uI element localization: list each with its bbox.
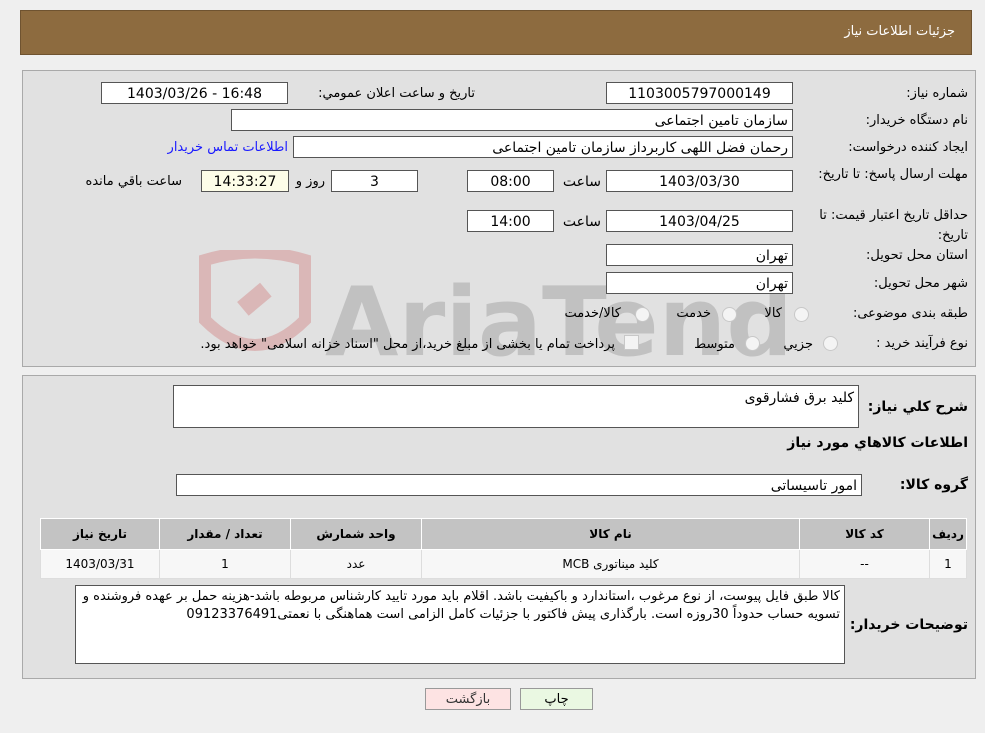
deadline-label: مهلت ارسال پاسخ: تا تاریخ:	[818, 167, 968, 182]
deadline-date-field: 1403/03/30	[606, 170, 793, 192]
validity-date-field: 1403/04/25	[606, 210, 793, 232]
cell-unit: عدد	[290, 549, 422, 579]
category-option-goods: کالا	[764, 306, 782, 321]
buyer-org-label: نام دستگاه خریدار:	[865, 113, 968, 128]
cell-name: کلید میناتوری MCB	[421, 549, 800, 579]
category-radio-service[interactable]	[722, 307, 737, 322]
cell-date: 1403/03/31	[40, 549, 160, 579]
table-row: 1 -- کلید میناتوری MCB عدد 1 1403/03/31	[40, 549, 967, 579]
city-label: شهر محل تحویل:	[873, 276, 968, 291]
province-field: تهران	[606, 244, 793, 266]
buyer-notes-field[interactable]: کالا طبق فایل پیوست، از نوع مرغوب ،استان…	[75, 585, 845, 664]
col-unit: واحد شمارش	[290, 518, 422, 550]
summary-field[interactable]: کلید برق فشارقوی	[173, 385, 859, 428]
city-field: تهران	[606, 272, 793, 294]
goods-table: ردیف کد کالا نام کالا واحد شمارش تعداد /…	[40, 518, 967, 579]
goods-info-title: اطلاعات کالاهاي مورد نیاز	[787, 435, 968, 451]
process-label: نوع فرآیند خرید :	[876, 336, 968, 351]
remaining-label: ساعت باقي مانده	[85, 174, 182, 189]
remaining-time-field: 14:33:27	[201, 170, 289, 192]
cell-row: 1	[929, 549, 967, 579]
col-qty: تعداد / مقدار	[159, 518, 291, 550]
creator-label: ایجاد کننده درخواست:	[848, 140, 968, 155]
cell-qty: 1	[159, 549, 291, 579]
col-row: ردیف	[929, 518, 967, 550]
days-field: 3	[331, 170, 418, 192]
announce-label: تاریخ و ساعت اعلان عمومي:	[318, 86, 475, 101]
validity-label: حداقل تاریخ اعتبار قیمت: تا تاریخ:	[819, 208, 968, 243]
col-date: تاریخ نیاز	[40, 518, 160, 550]
process-option-minor: جزيي	[783, 337, 813, 352]
validity-time-field: 14:00	[467, 210, 554, 232]
category-radio-both[interactable]	[635, 307, 650, 322]
group-field: امور تاسیساتی	[176, 474, 862, 496]
payment-note: پرداخت تمام یا بخشی از مبلغ خرید،از محل …	[200, 337, 615, 352]
creator-field: رحمان فضل اللهی کاربرداز سازمان تامین اج…	[293, 136, 793, 158]
category-label: طبقه بندی موضوعی:	[852, 306, 968, 321]
validity-time-label: ساعت	[562, 214, 601, 230]
days-label: روز و	[295, 174, 325, 189]
process-radio-minor[interactable]	[823, 336, 838, 351]
back-button[interactable]: بازگشت	[425, 688, 511, 710]
page-header: جزئیات اطلاعات نیاز	[20, 10, 972, 55]
deadline-time-label: ساعت	[562, 174, 601, 190]
cell-code: --	[799, 549, 930, 579]
deadline-time-field: 08:00	[467, 170, 554, 192]
province-label: استان محل تحویل:	[866, 248, 968, 263]
buyer-notes-label: توضیحات خریدار:	[849, 617, 968, 633]
summary-label: شرح کلي نیاز:	[867, 399, 968, 415]
category-option-both: کالا/خدمت	[564, 306, 621, 321]
group-label: گروه کالا:	[899, 477, 968, 493]
page-title: جزئیات اطلاعات نیاز	[844, 24, 955, 39]
col-name: نام کالا	[421, 518, 800, 550]
col-code: کد کالا	[799, 518, 930, 550]
process-radio-medium[interactable]	[745, 336, 760, 351]
buyer-contact-link[interactable]: اطلاعات تماس خریدار	[168, 140, 288, 155]
need-number-field: 1103005797000149	[606, 82, 793, 104]
category-option-service: خدمت	[676, 306, 711, 321]
category-radio-goods[interactable]	[794, 307, 809, 322]
print-button[interactable]: چاپ	[520, 688, 593, 710]
announce-field: 1403/03/26 - 16:48	[101, 82, 288, 104]
buyer-org-field: سازمان تامین اجتماعی	[231, 109, 793, 131]
summary-text: کلید برق فشارقوی	[744, 390, 854, 406]
process-option-medium: متوسط	[694, 337, 735, 352]
need-number-label: شماره نیاز:	[906, 86, 968, 101]
treasury-checkbox[interactable]	[624, 335, 639, 350]
